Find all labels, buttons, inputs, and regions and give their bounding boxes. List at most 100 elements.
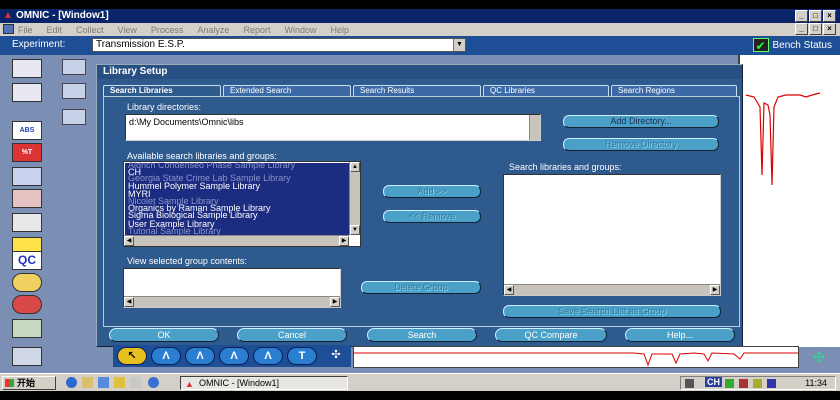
tray-network-icon[interactable] [739, 379, 748, 388]
region-tool-button[interactable]: Λ [151, 347, 181, 365]
peak-tool-button[interactable]: Λ [185, 347, 215, 365]
available-vertical-scrollbar[interactable]: ▲ ▼ [349, 162, 360, 235]
scroll-right-icon[interactable]: ▶ [710, 285, 720, 295]
taskbar-omnic-button[interactable]: ▲ OMNIC - [Window1] [180, 376, 348, 390]
tray-volume-icon[interactable] [753, 379, 762, 388]
spectrum-window-icon[interactable] [62, 59, 86, 75]
browser-icon[interactable] [148, 377, 159, 388]
spectrum-trace [745, 92, 821, 186]
keyboard-icon[interactable] [685, 379, 694, 388]
text-tool-button[interactable]: T [287, 347, 317, 365]
scroll-right-icon[interactable]: ▶ [330, 297, 340, 307]
menu-window[interactable]: Window [284, 25, 316, 35]
qc-button[interactable]: QC [12, 251, 42, 270]
language-indicator[interactable]: CH [705, 377, 722, 387]
tab-extended-search[interactable]: Extended Search [223, 85, 351, 96]
smooth-icon[interactable] [12, 189, 42, 208]
doc-close-button[interactable]: × [823, 23, 836, 35]
tab-qc-libraries[interactable]: QC Libraries [483, 85, 609, 96]
library-directories-label: Library directories: [127, 102, 202, 112]
list-item[interactable]: Aldrich Condensed Phase Sample Library [128, 162, 295, 170]
group-contents-scrollbar[interactable]: ◀ ▶ [124, 296, 340, 307]
help-button[interactable]: Help... [625, 328, 735, 342]
scroll-left-icon[interactable]: ◀ [124, 297, 134, 307]
library-directory-item[interactable]: d:\My Documents\Omnic\libs [129, 117, 244, 127]
menu-edit[interactable]: Edit [47, 25, 63, 35]
tab-search-regions[interactable]: Search Regions [611, 85, 737, 96]
compare-icon[interactable] [12, 319, 42, 338]
screen: ▲ OMNIC - [Window1] _ □ × File Edit Coll… [0, 9, 840, 391]
experiment-value: Transmission E.S.P. [96, 39, 185, 50]
doc-restore-button[interactable]: □ [809, 23, 822, 35]
add-directory-button[interactable]: Add Directory... [563, 115, 719, 128]
transmittance-button[interactable]: %T [12, 143, 42, 162]
menu-file[interactable]: File [18, 25, 33, 35]
search-icon[interactable] [12, 273, 42, 292]
print-icon[interactable] [12, 347, 42, 366]
directories-scrollbar[interactable] [529, 115, 540, 140]
folder-icon[interactable] [114, 377, 125, 388]
experiment-select[interactable]: Transmission E.S.P. ▼ [92, 38, 466, 52]
minimize-button[interactable]: _ [795, 10, 808, 22]
search-button[interactable]: Search [367, 328, 477, 342]
expand-icon[interactable]: ✣ [321, 347, 351, 365]
explorer-icon[interactable] [82, 377, 93, 388]
select-tool-button[interactable]: ↖ [117, 347, 147, 365]
scroll-left-icon[interactable]: ◀ [124, 236, 134, 246]
chevron-down-icon[interactable]: ▼ [453, 39, 465, 51]
overview-spectrum [353, 346, 799, 368]
delete-group-button[interactable]: Delete Group [361, 281, 481, 294]
absorbance-button[interactable]: ABS [12, 121, 42, 140]
restore-button[interactable]: □ [809, 10, 822, 22]
search-list-scrollbar[interactable]: ◀ ▶ [504, 284, 720, 295]
qc-compare-button[interactable]: QC Compare [495, 328, 607, 342]
library-directories-list[interactable]: d:\My Documents\Omnic\libs [125, 114, 541, 141]
remove-directory-button[interactable]: Remove Directory [563, 138, 719, 151]
group-contents-list[interactable]: ◀ ▶ [123, 268, 341, 308]
cancel-button[interactable]: Cancel [237, 328, 347, 342]
connect-icon[interactable] [62, 83, 86, 99]
autoscale-icon[interactable] [12, 213, 42, 232]
scale-icon[interactable] [62, 109, 86, 125]
doc-minimize-button[interactable]: _ [795, 23, 808, 35]
library-icon[interactable] [12, 295, 42, 314]
scroll-left-icon[interactable]: ◀ [504, 285, 514, 295]
scroll-up-icon[interactable]: ▲ [350, 162, 360, 172]
full-scale-icon[interactable]: ✣ [806, 349, 832, 367]
height-tool-button[interactable]: Λ [219, 347, 249, 365]
desktop-icon[interactable] [130, 377, 141, 388]
library-setup-dialog: Library Setup Search Libraries Extended … [96, 64, 743, 347]
ok-button[interactable]: OK [109, 328, 219, 342]
menu-help[interactable]: Help [330, 25, 349, 35]
menu-view[interactable]: View [118, 25, 137, 35]
scroll-right-icon[interactable]: ▶ [339, 236, 349, 246]
save-search-list-button[interactable]: Save Search List as Group [503, 305, 721, 318]
view-group-label: View selected group contents: [127, 256, 247, 266]
collect-background-icon[interactable] [12, 83, 42, 102]
available-horizontal-scrollbar[interactable]: ◀ ▶ [124, 235, 349, 246]
tray-app-icon[interactable] [725, 379, 734, 388]
checkmark-icon: ✔ [752, 38, 769, 53]
scroll-down-icon[interactable]: ▼ [350, 225, 360, 235]
ie-icon[interactable] [66, 377, 77, 388]
baseline-correct-icon[interactable] [12, 167, 42, 186]
search-libraries-list[interactable]: ◀ ▶ [503, 174, 721, 296]
start-button[interactable]: 开始 [2, 376, 56, 390]
document-window-controls: _ □ × [795, 23, 836, 35]
bench-status[interactable]: ✔ Bench Status [752, 38, 832, 53]
add-library-button[interactable]: Add >> [383, 185, 481, 198]
menu-collect[interactable]: Collect [76, 25, 104, 35]
tab-search-results[interactable]: Search Results [353, 85, 481, 96]
menu-report[interactable]: Report [243, 25, 270, 35]
tray-misc-icon[interactable] [767, 379, 776, 388]
area-tool-button[interactable]: Λ [253, 347, 283, 365]
available-libraries-list[interactable]: Aldrich Condensed Phase Sample Library C… [123, 161, 361, 247]
menu-process[interactable]: Process [151, 25, 184, 35]
collect-sample-icon[interactable] [12, 59, 42, 78]
app-title-bar: ▲ OMNIC - [Window1] _ □ × [0, 9, 840, 23]
close-button[interactable]: × [823, 10, 836, 22]
remove-library-button[interactable]: << Remove [383, 210, 481, 223]
document-icon[interactable] [3, 24, 14, 34]
menu-analyze[interactable]: Analyze [197, 25, 229, 35]
outlook-icon[interactable] [98, 377, 109, 388]
